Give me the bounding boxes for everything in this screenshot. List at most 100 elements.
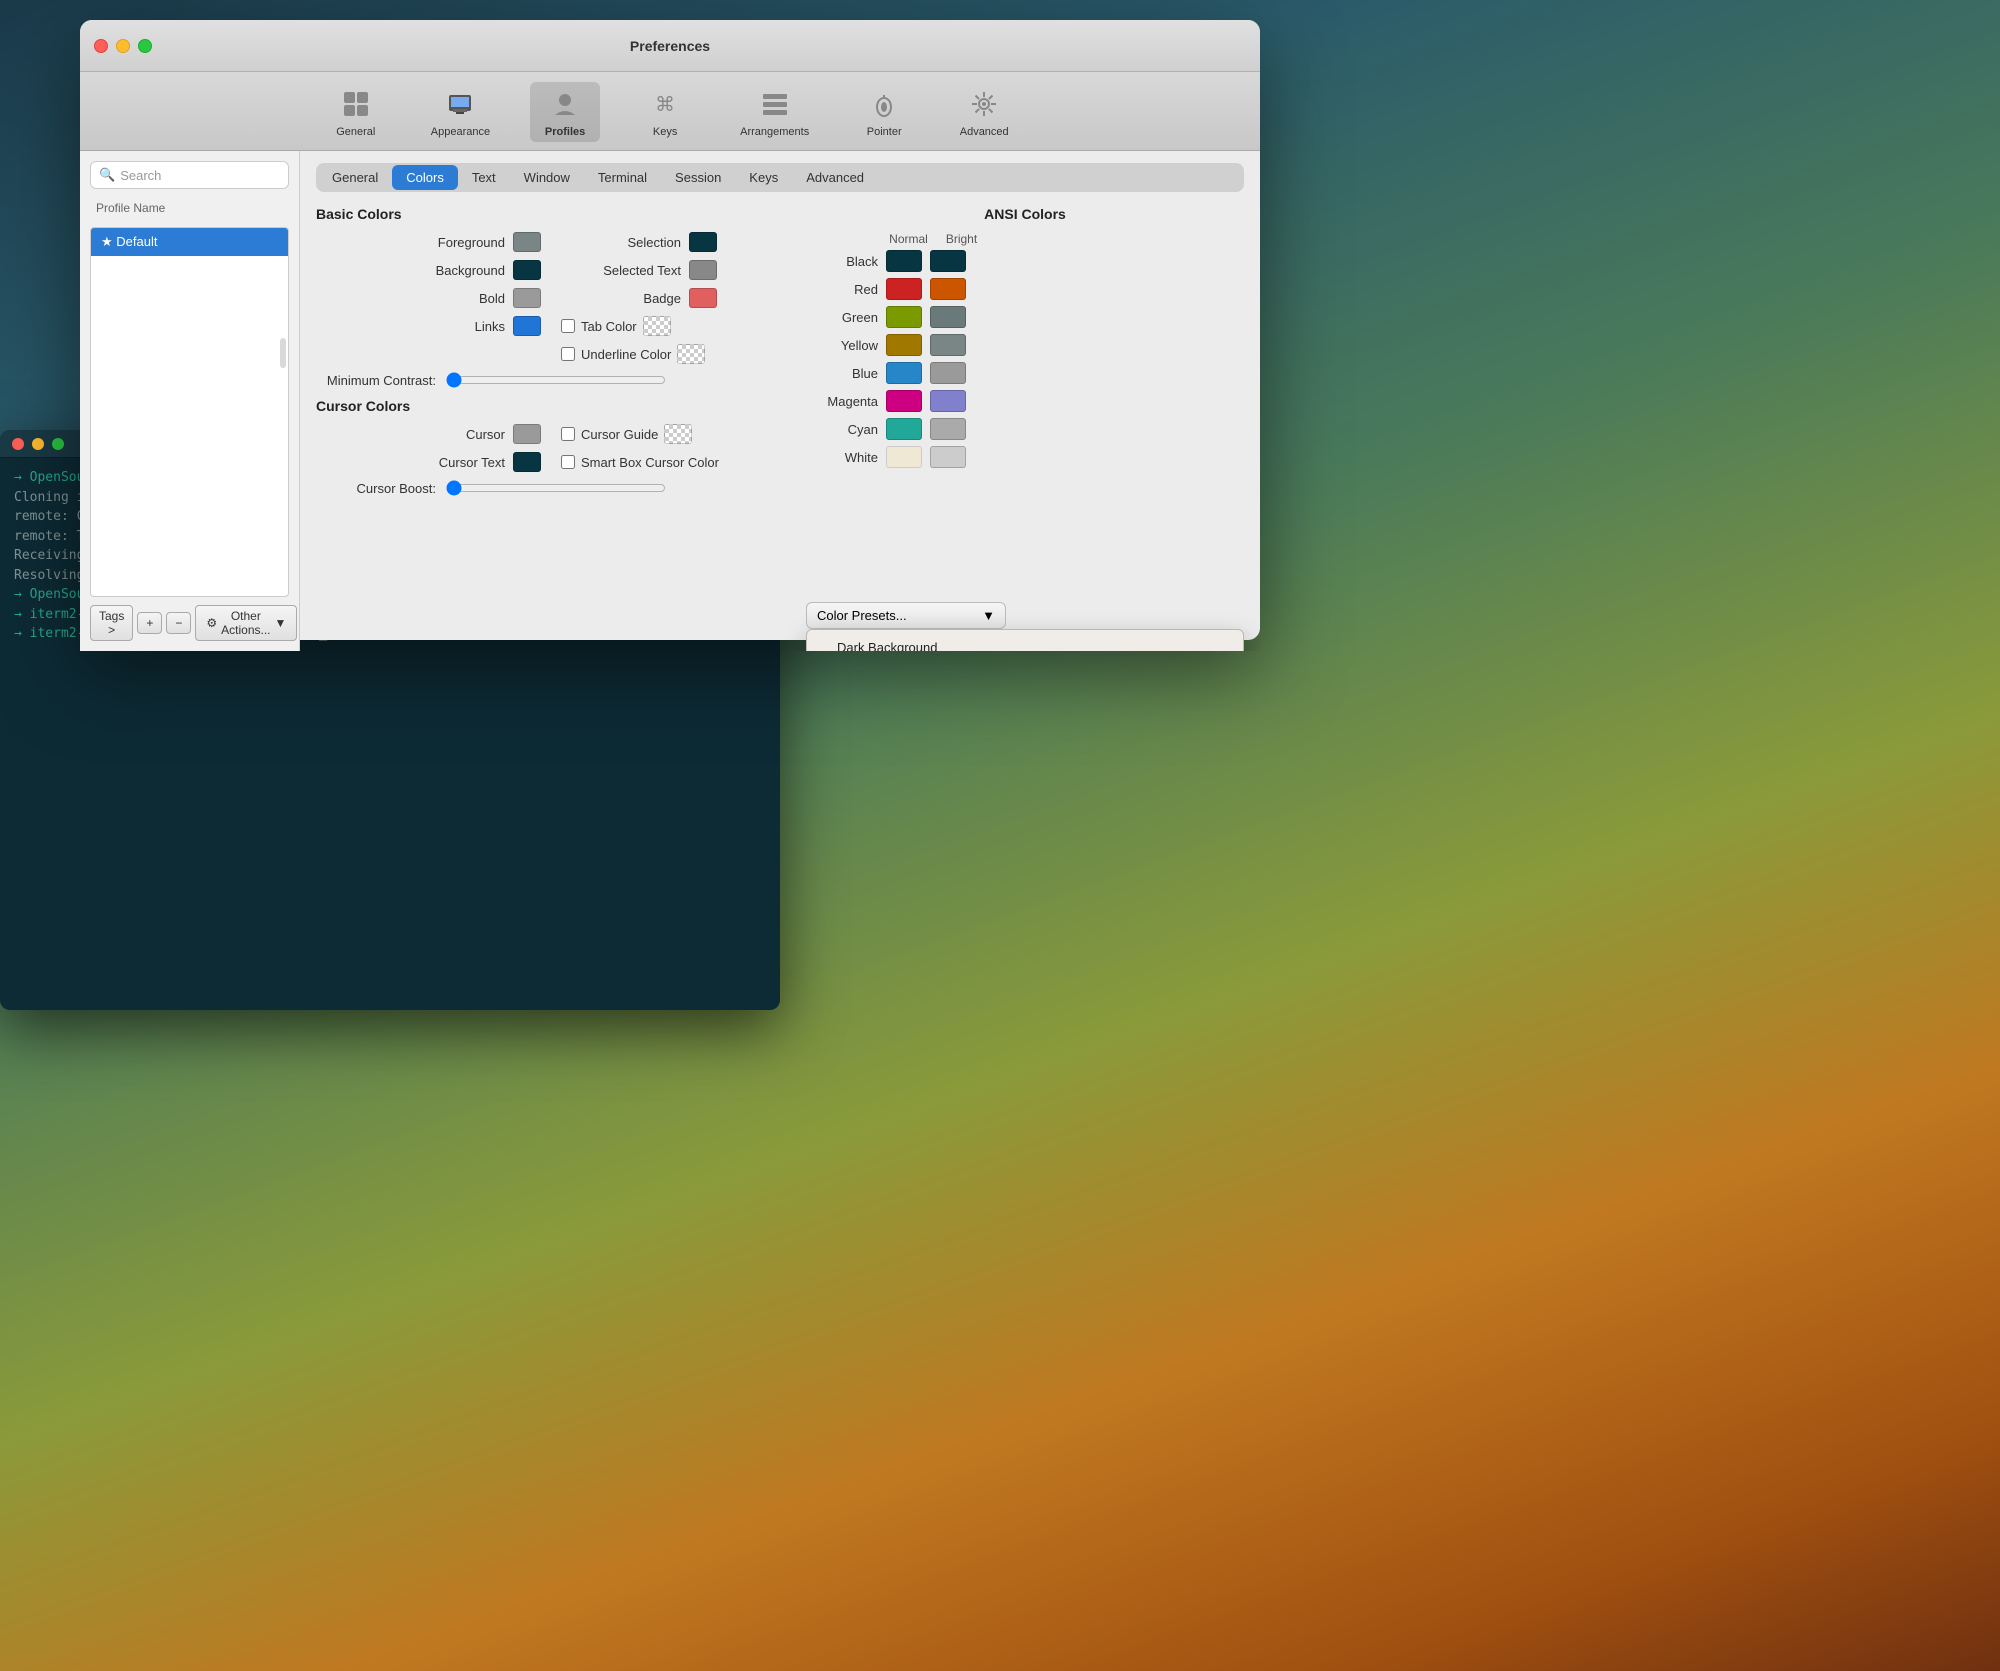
toolbar-arrangements[interactable]: Arrangements [730,82,819,142]
ansi-black-bright[interactable] [930,250,966,272]
ansi-green-row: Green [806,306,1244,328]
toolbar-profiles[interactable]: Profiles [530,82,600,142]
maximize-button[interactable] [138,39,152,53]
tab-advanced[interactable]: Advanced [792,165,878,190]
advanced-icon [966,86,1002,122]
tab-text[interactable]: Text [458,165,510,190]
toolbar-advanced-label: Advanced [960,126,1009,138]
ansi-cyan-bright[interactable] [930,418,966,440]
tab-colors[interactable]: Colors [392,165,458,190]
cursor-label: Cursor [405,427,505,442]
links-swatch[interactable] [513,316,541,336]
toolbar-pointer[interactable]: Pointer [849,82,919,142]
basic-colors-title: Basic Colors [316,206,786,222]
toolbar-general[interactable]: General [321,82,391,142]
ansi-green-normal[interactable] [886,306,922,328]
underline-color-checkbox-row: Underline Color [561,344,705,364]
bold-swatch[interactable] [513,288,541,308]
cursor-guide-label: Cursor Guide [581,427,658,442]
badge-label: Badge [561,291,681,306]
terminal-min-dot[interactable] [32,438,44,450]
ansi-magenta-label: Magenta [806,394,878,409]
ansi-blue-normal[interactable] [886,362,922,384]
preferences-titlebar: Preferences [80,20,1260,72]
ansi-blue-bright[interactable] [930,362,966,384]
search-icon: 🔍 [99,167,115,183]
profile-list[interactable]: ★ Default [90,227,289,597]
close-button[interactable] [94,39,108,53]
sidebar: 🔍 Search Profile Name ★ Default Tags > + [80,151,300,651]
profile-item-default[interactable]: ★ Default [91,228,288,256]
ansi-white-normal[interactable] [886,446,922,468]
pointer-icon [866,86,902,122]
ansi-yellow-label: Yellow [806,338,878,353]
foreground-swatch[interactable] [513,232,541,252]
other-actions-button[interactable]: ⚙ Other Actions... ▼ [195,605,297,641]
ansi-normal-header: Normal [886,232,931,246]
minimize-button[interactable] [116,39,130,53]
smart-box-checkbox[interactable] [561,455,575,469]
search-box[interactable]: 🔍 Search [90,161,289,189]
color-presets-button[interactable]: Color Presets... ▼ [806,602,1006,629]
selection-swatch[interactable] [689,232,717,252]
toolbar-arrangements-label: Arrangements [740,126,809,138]
ansi-magenta-bright[interactable] [930,390,966,412]
underline-color-row: Underline Color [316,344,786,364]
underline-color-swatch[interactable] [677,344,705,364]
ansi-section: ANSI Colors Normal Bright Black Red [806,206,1244,639]
cursor-guide-swatch[interactable] [664,424,692,444]
tab-terminal[interactable]: Terminal [584,165,661,190]
ansi-red-bright[interactable] [930,278,966,300]
cursor-text-swatch[interactable] [513,452,541,472]
cursor-boost-slider[interactable] [446,480,666,496]
color-presets-area: Color Presets... ▼ Dark Background Light… [806,602,1244,629]
remove-profile-button[interactable]: − [166,612,191,634]
underline-color-checkbox[interactable] [561,347,575,361]
tab-general[interactable]: General [318,165,392,190]
background-swatch[interactable] [513,260,541,280]
ansi-white-bright[interactable] [930,446,966,468]
add-profile-button[interactable]: + [137,612,162,634]
ansi-red-normal[interactable] [886,278,922,300]
terminal-max-dot[interactable] [52,438,64,450]
ansi-yellow-bright[interactable] [930,334,966,356]
preferences-body: 🔍 Search Profile Name ★ Default Tags > + [80,151,1260,651]
tab-session[interactable]: Session [661,165,735,190]
tab-color-checkbox[interactable] [561,319,575,333]
tab-window[interactable]: Window [510,165,584,190]
toolbar-appearance[interactable]: Appearance [421,82,500,142]
ansi-magenta-normal[interactable] [886,390,922,412]
ansi-yellow-normal[interactable] [886,334,922,356]
tab-keys[interactable]: Keys [735,165,792,190]
profile-name-default: ★ Default [101,234,157,249]
dropdown-arrow-icon: ▼ [275,616,287,630]
ansi-cyan-normal[interactable] [886,418,922,440]
ansi-red-row: Red [806,278,1244,300]
toolbar-keys-label: Keys [653,126,677,138]
ansi-green-bright[interactable] [930,306,966,328]
toolbar-advanced[interactable]: Advanced [949,82,1019,142]
keys-icon: ⌘ [647,86,683,122]
foreground-row: Foreground Selection [316,232,786,252]
ansi-green-label: Green [806,310,878,325]
cursor-swatch[interactable] [513,424,541,444]
ansi-black-normal[interactable] [886,250,922,272]
appearance-icon [442,86,478,122]
badge-swatch[interactable] [689,288,717,308]
terminal-close-dot[interactable] [12,438,24,450]
ansi-blue-row: Blue [806,362,1244,384]
preset-dark-background[interactable]: Dark Background [807,634,1243,651]
min-contrast-row: Minimum Contrast: [316,372,786,388]
titlebar-dots [94,39,152,53]
ansi-white-label: White [806,450,878,465]
selected-text-swatch[interactable] [689,260,717,280]
cursor-guide-checkbox[interactable] [561,427,575,441]
min-contrast-slider[interactable] [446,372,666,388]
ansi-yellow-row: Yellow [806,334,1244,356]
toolbar-keys[interactable]: ⌘ Keys [630,82,700,142]
colors-content: Basic Colors Foreground Selection [316,206,1244,639]
tags-button[interactable]: Tags > [90,605,133,641]
ansi-cyan-row: Cyan [806,418,1244,440]
cursor-boost-row: Cursor Boost: [316,480,786,496]
tab-color-swatch[interactable] [643,316,671,336]
